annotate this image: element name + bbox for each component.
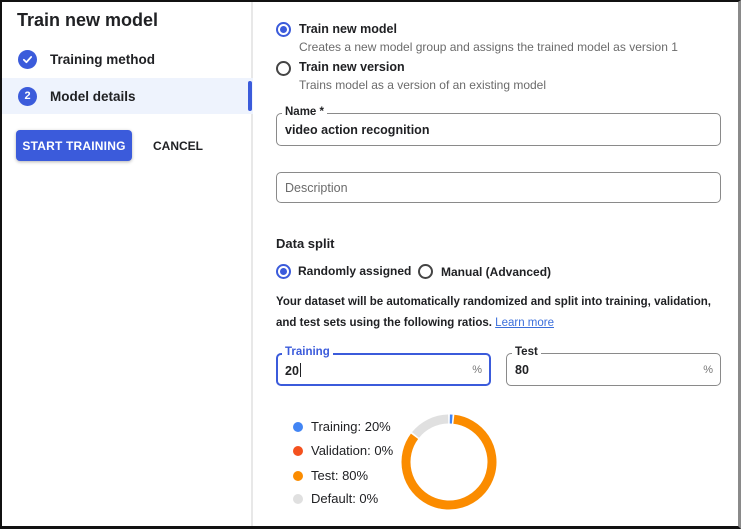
name-input[interactable]: Name * video action recognition (276, 106, 721, 146)
radio-randomly-assigned[interactable] (276, 264, 291, 279)
legend-dot (293, 493, 303, 504)
step-label: Model details (50, 88, 136, 104)
training-percent-input[interactable]: Training 20 % (276, 346, 491, 386)
legend-item-validation: Validation: 0% (293, 443, 393, 458)
description-placeholder: Description (285, 181, 348, 195)
option-title: Train new version (299, 60, 405, 74)
percent-suffix: % (472, 364, 482, 376)
radio-train-new-version[interactable] (276, 61, 291, 76)
page-title: Train new model (17, 10, 159, 30)
check-icon (18, 49, 37, 69)
percent-suffix: % (703, 364, 713, 376)
data-split-title: Data split (276, 236, 335, 251)
cancel-button[interactable]: CANCEL (142, 130, 214, 161)
legend-item-default: Default: 0% (293, 491, 378, 506)
legend-dot (293, 470, 303, 481)
test-percent-input[interactable]: Test 80 % (506, 346, 721, 386)
step-model-details[interactable]: 2 Model details (2, 78, 253, 114)
legend-item-test: Test: 80% (293, 468, 368, 483)
name-value: video action recognition (285, 123, 430, 137)
test-label: Test (512, 346, 541, 358)
legend-label: Default: 0% (311, 491, 379, 506)
legend-label: Training: 20% (311, 419, 391, 434)
info-text: Your dataset will be automatically rando… (276, 296, 711, 329)
option-description: Creates a new model group and assigns th… (299, 40, 678, 54)
legend-label: Validation: 0% (311, 443, 394, 458)
legend-item-training: Training: 20% (293, 419, 391, 434)
radio-train-new-model[interactable] (276, 22, 291, 37)
sidebar: Train new model Training method 2 Model … (2, 2, 253, 526)
data-split-info: Your dataset will be automatically rando… (276, 292, 726, 334)
step-number-badge: 2 (18, 86, 37, 106)
active-step-indicator (248, 81, 252, 111)
description-input[interactable]: Description (276, 172, 721, 203)
option-label: Manual (Advanced) (441, 265, 552, 279)
legend-dot (293, 445, 303, 456)
training-label: Training (282, 346, 333, 358)
donut-slice-default (412, 414, 449, 439)
step-training-method[interactable]: Training method (2, 41, 253, 77)
legend-dot (293, 421, 303, 432)
training-value: 20 (285, 363, 301, 378)
name-label: Name * (282, 106, 327, 118)
option-description: Trains model as a version of an existing… (299, 78, 547, 92)
test-value: 80 (515, 363, 529, 377)
data-split-donut-chart (401, 414, 497, 510)
option-title: Train new model (299, 22, 397, 36)
start-training-button[interactable]: START TRAINING (16, 130, 132, 161)
legend-label: Test: 80% (311, 468, 369, 483)
step-label: Training method (50, 51, 156, 67)
option-label: Randomly assigned (298, 264, 412, 278)
radio-manual-advanced[interactable] (418, 264, 433, 279)
learn-more-link[interactable]: Learn more (495, 317, 554, 329)
